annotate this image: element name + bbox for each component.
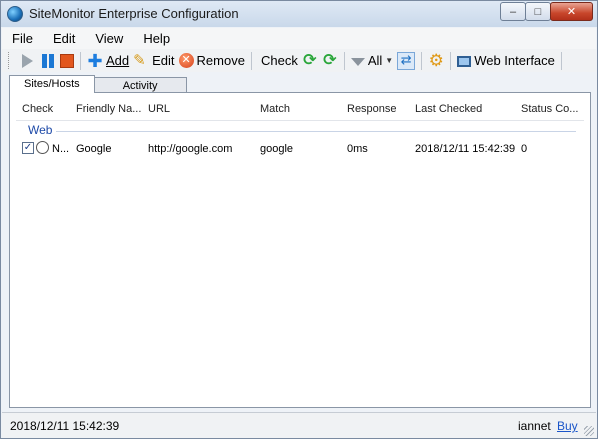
add-label: Add [106, 53, 130, 68]
gear-icon: ⚙ [428, 50, 444, 70]
settings-button[interactable]: ⚙ [428, 50, 444, 70]
auto-refresh-toggle[interactable]: ⇄ [397, 51, 416, 70]
edit-label: Edit [152, 53, 175, 68]
monitor-icon [457, 55, 472, 67]
start-button[interactable] [19, 53, 36, 68]
edit-button[interactable]: ✎ Edit [133, 51, 175, 69]
column-status-code[interactable]: Status Co... [521, 103, 583, 115]
window-title: SiteMonitor Enterprise Configuration [29, 6, 239, 21]
toolbar-separator [421, 51, 423, 70]
close-button[interactable]: ✕ [550, 2, 593, 21]
column-check[interactable]: Check [22, 103, 72, 115]
menu-bar: File Edit View Help [2, 28, 596, 49]
cell-match: google [260, 143, 294, 155]
column-url[interactable]: URL [148, 103, 248, 115]
remove-button[interactable]: ✕ Remove [178, 53, 245, 68]
menu-help[interactable]: Help [133, 31, 180, 46]
check-label-group: Check [258, 53, 298, 68]
remove-label: Remove [196, 53, 245, 68]
status-bar: 2018/12/11 15:42:39 iannet Buy [2, 412, 596, 438]
column-match[interactable]: Match [260, 103, 340, 115]
cell-url: http://google.com [148, 143, 233, 155]
app-globe-icon [7, 6, 23, 22]
group-divider [56, 131, 576, 132]
menu-file[interactable]: File [2, 31, 43, 46]
cell-last-checked: 2018/12/11 15:42:39 [415, 143, 516, 155]
maximize-button[interactable]: □ [525, 2, 551, 21]
filter-label: All [367, 53, 383, 68]
row-enabled-checkbox[interactable]: ✓ [22, 142, 34, 154]
refresh-icon: ⟳ [303, 51, 317, 69]
caret-down-icon: ▼ [385, 56, 394, 65]
column-last-checked[interactable]: Last Checked [415, 103, 511, 115]
stop-button[interactable] [60, 53, 74, 68]
toolbar-separator [450, 51, 452, 70]
pause-button[interactable] [40, 53, 56, 69]
plus-icon: ✚ [87, 50, 103, 71]
toolbar-separator [250, 51, 252, 70]
web-interface-label: Web Interface [474, 53, 555, 68]
tab-sites-hosts[interactable]: Sites/Hosts [9, 75, 95, 93]
toolbar-separator [560, 51, 562, 70]
cell-friendly-name: Google [76, 143, 112, 155]
filter-icon [350, 57, 365, 66]
table-row[interactable]: ✓ N... Google http://google.com google 0… [16, 139, 584, 159]
column-friendly-name[interactable]: Friendly Na... [76, 103, 144, 115]
toolbar: ✚ Add ✎ Edit ✕ Remove Check ⟳ ⟳ All ▼ ⇄ [2, 49, 596, 72]
toolbar-grip[interactable] [8, 52, 11, 69]
filter-dropdown[interactable]: All ▼ [350, 53, 394, 68]
list-header: Check Friendly Na... URL Match Response … [16, 99, 584, 121]
check-selected-button[interactable]: ⟳ [302, 51, 318, 69]
menu-edit[interactable]: Edit [43, 31, 85, 46]
sites-list-panel: Check Friendly Na... URL Match Response … [9, 92, 591, 408]
remove-icon: ✕ [178, 53, 194, 68]
status-timestamp: 2018/12/11 15:42:39 [10, 419, 120, 433]
minimize-button[interactable]: – [500, 2, 526, 21]
web-interface-button[interactable]: Web Interface [457, 53, 555, 68]
check-all-button[interactable]: ⟳ [322, 51, 338, 69]
resize-grip-icon[interactable] [584, 426, 594, 436]
stop-icon [60, 53, 74, 68]
cell-response: 0ms [347, 143, 368, 155]
status-username: iannet [518, 419, 551, 433]
pause-icon [40, 53, 56, 69]
buy-link[interactable]: Buy [557, 419, 578, 433]
refresh-all-icon: ⟳ [323, 51, 337, 69]
toolbar-separator [343, 51, 345, 70]
cell-status-code: 0 [521, 143, 528, 155]
play-icon [22, 53, 33, 68]
sync-icon: ⇄ [397, 51, 416, 70]
group-header-web[interactable]: Web [28, 123, 52, 137]
toolbar-separator [80, 51, 81, 70]
check-label: Check [260, 53, 298, 68]
tab-activity[interactable]: Activity [93, 77, 187, 93]
tab-strip: Sites/Hosts Activity [9, 75, 187, 93]
add-button[interactable]: ✚ Add [87, 50, 130, 71]
menu-view[interactable]: View [85, 31, 133, 46]
pencil-icon: ✎ [133, 51, 146, 69]
app-window: SiteMonitor Enterprise Configuration – □… [0, 0, 598, 439]
status-indicator-icon [36, 141, 49, 154]
column-response[interactable]: Response [347, 103, 409, 115]
title-bar[interactable]: SiteMonitor Enterprise Configuration – □… [1, 1, 597, 27]
cell-check: N... [52, 143, 70, 155]
